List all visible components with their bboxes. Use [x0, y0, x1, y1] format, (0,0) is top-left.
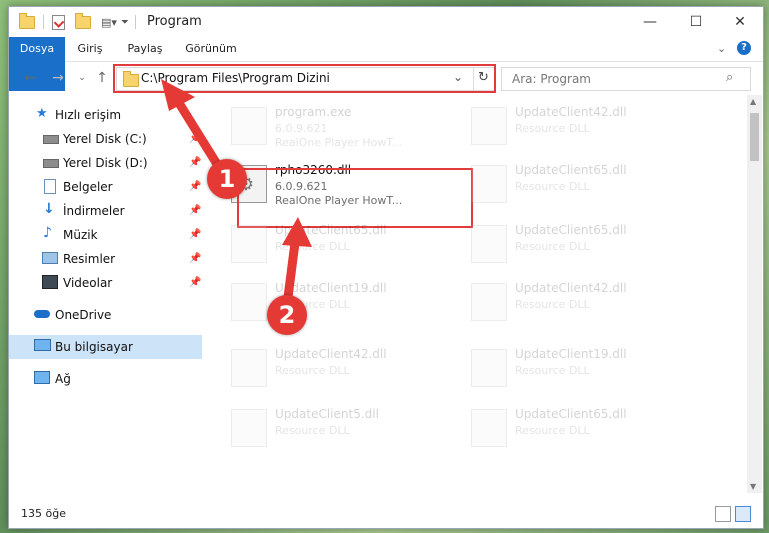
callout-step-2: 2: [267, 295, 307, 335]
arrow-2-head: [282, 217, 312, 247]
callout-step-1: 1: [207, 159, 247, 199]
annotation-arrows: [161, 79, 312, 310]
explorer-window: ▤▾ ⏷ Program — ☐ ✕ Dosya Giriş Paylaş Gö…: [8, 6, 764, 529]
